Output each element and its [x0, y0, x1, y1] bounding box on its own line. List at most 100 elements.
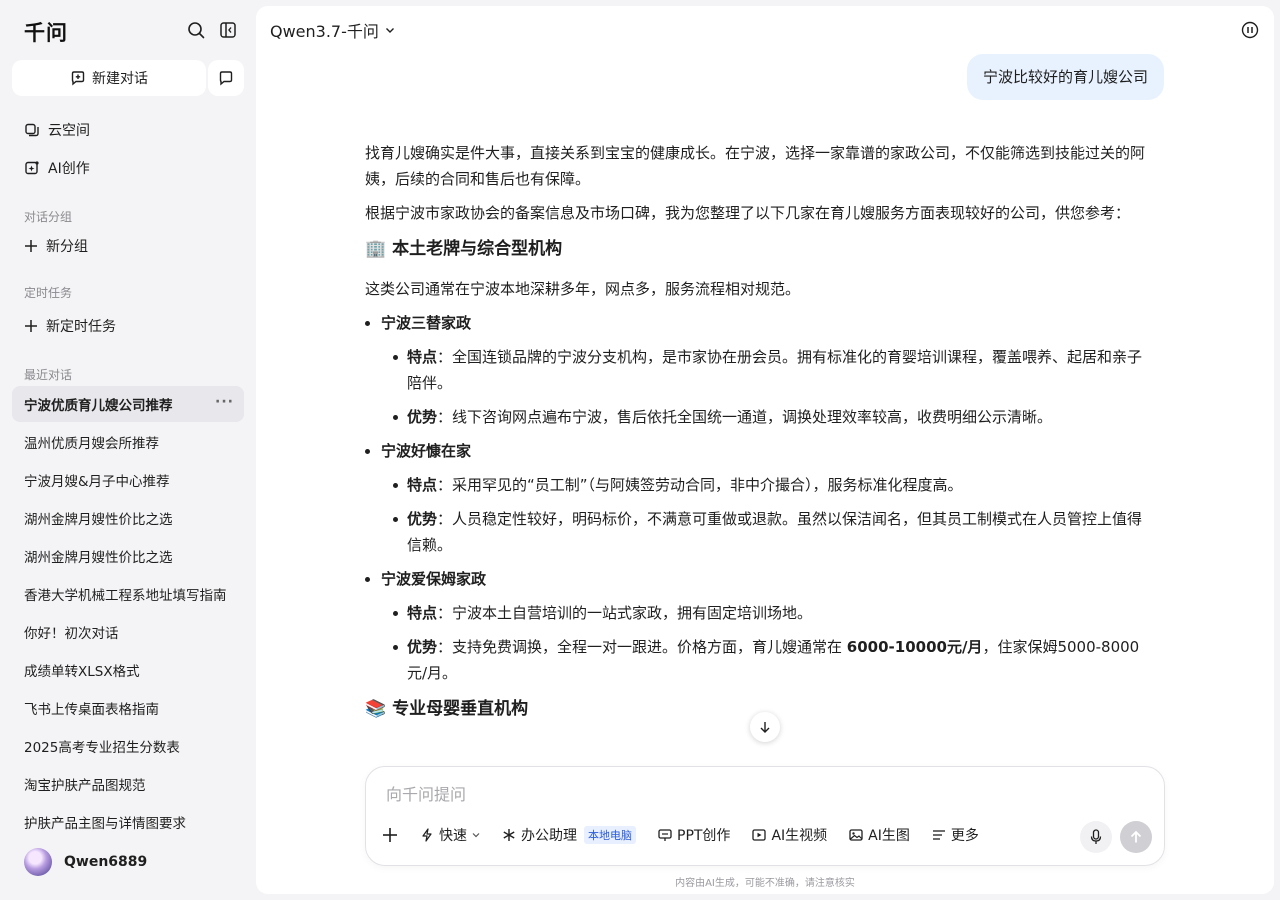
ppt-create-button[interactable]: PPT创作 — [658, 825, 730, 845]
avatar — [24, 848, 52, 876]
history-item[interactable]: 温州优质月嫂会所推荐 — [12, 424, 244, 460]
video-icon — [752, 828, 767, 842]
composer-toolbar: 快速 办公助理 本地电脑 PPT创作 AI生视频 AI生图 更多 — [382, 825, 979, 845]
ai-image-button[interactable]: AI生图 — [849, 825, 910, 845]
history-item[interactable]: 湖州金牌月嫂性价比之选 — [12, 538, 244, 574]
plus-icon — [24, 239, 38, 253]
ai-video-button[interactable]: AI生视频 — [752, 825, 827, 845]
history-item[interactable]: 香港大学机械工程系地址填写指南 — [12, 576, 244, 612]
composer: 快速 办公助理 本地电脑 PPT创作 — [365, 766, 1165, 866]
search-icon[interactable] — [186, 20, 206, 40]
sidebar: 千问 新建对话 云空间 AI创作 对话分组 新分组 定时任务 新定时任务 最近对… — [0, 0, 256, 900]
user-message: 宁波比较好的育儿嫂公司 — [966, 54, 1164, 100]
history-item-label: 飞书上传桌面表格指南 — [24, 702, 159, 718]
new-chat-button[interactable]: 新建对话 — [12, 60, 206, 96]
section-title: 本土老牌与综合型机构 — [392, 239, 563, 259]
history-item-label: 淘宝护肤产品图规范 — [24, 778, 146, 794]
plus-icon — [24, 319, 38, 333]
history-item[interactable]: 你好！初次对话 — [12, 614, 244, 650]
chat-main: Qwen3.7-千问 宁波比较好的育儿嫂公司 找育儿嫂确实是件大事，直接关系到宝… — [256, 6, 1274, 894]
company-detail: 特点：全国连锁品牌的宁波分支机构，是市家协在册会员。拥有标准化的育婴培训课程，覆… — [365, 344, 1145, 396]
history-item-label: 湖州金牌月嫂性价比之选 — [24, 512, 173, 528]
company-name: 宁波爱保姆家政 — [365, 566, 1165, 592]
history-item-label: 湖州金牌月嫂性价比之选 — [24, 550, 173, 566]
answer-intro: 根据宁波市家政协会的备案信息及市场口碑，我为您整理了以下几家在育儿嫂服务方面表现… — [365, 204, 1131, 222]
chevron-down-icon — [472, 831, 480, 839]
voice-call-icon[interactable] — [1240, 20, 1260, 40]
username: Qwen6889 — [64, 854, 148, 870]
ppt-create-label: PPT创作 — [677, 828, 731, 844]
cloud-space-icon — [24, 122, 40, 138]
history-item-label: 宁波优质育儿嫂公司推荐 — [24, 398, 173, 414]
history-item[interactable]: 淘宝护肤产品图规范 — [12, 766, 244, 802]
company-detail: 优势：支持免费调换，全程一对一跟进。价格方面，育儿嫂通常在 6000-10000… — [365, 634, 1145, 686]
company-detail: 特点：宁波本土自营培训的一站式家政，拥有固定培训场地。 — [365, 600, 1145, 626]
image-icon — [849, 828, 863, 842]
add-attachment-icon[interactable] — [382, 827, 398, 843]
history-item-label: 香港大学机械工程系地址填写指南 — [24, 588, 227, 604]
quick-mode-dropdown[interactable]: 快速 — [420, 825, 480, 845]
section-description: 这类公司通常在宁波本地深耕多年，网点多，服务流程相对规范。 — [365, 280, 801, 298]
model-selector[interactable]: Qwen3.7-千问 — [270, 18, 395, 42]
office-assistant-label: 办公助理 — [521, 828, 577, 844]
chat-list-icon[interactable] — [208, 60, 244, 96]
ai-video-label: AI生视频 — [771, 828, 828, 844]
more-options-icon[interactable]: ··· — [215, 394, 234, 410]
sidebar-item-label: AI创作 — [48, 161, 90, 177]
history-item-label: 成绩单转XLSX格式 — [24, 664, 140, 680]
section-title: 专业母婴垂直机构 — [392, 699, 529, 719]
company-list: 宁波三替家政 特点：全国连锁品牌的宁波分支机构，是市家协在册会员。拥有标准化的育… — [365, 310, 1165, 686]
recent-section-label: 最近对话 — [24, 368, 73, 382]
company-detail: 特点：采用罕见的“员工制”（与阿姨签劳动合同，非中介撮合），服务标准化程度高。 — [365, 472, 1145, 498]
new-scheduled-task-button[interactable]: 新定时任务 — [12, 308, 244, 344]
history-item[interactable]: 飞书上传桌面表格指南 — [12, 690, 244, 726]
office-assistant-button[interactable]: 办公助理 本地电脑 — [502, 825, 636, 845]
history-item-label: 温州优质月嫂会所推荐 — [24, 436, 159, 452]
collapse-sidebar-icon[interactable] — [218, 20, 238, 40]
ai-create-icon — [24, 160, 40, 176]
history-item-label: 宁波月嫂&月子中心推荐 — [24, 474, 170, 490]
presentation-icon — [658, 828, 672, 842]
history-item[interactable]: 宁波优质育儿嫂公司推荐 ··· — [12, 386, 244, 422]
history-item[interactable]: 宁波月嫂&月子中心推荐 — [12, 462, 244, 498]
history-item-label: 你好！初次对话 — [24, 626, 119, 642]
microphone-icon[interactable] — [1080, 821, 1112, 853]
new-group-button[interactable]: 新分组 — [12, 228, 244, 264]
history-item-label: 2025高考专业招生分数表 — [24, 740, 180, 756]
ai-image-label: AI生图 — [868, 828, 910, 844]
new-chat-label: 新建对话 — [92, 71, 148, 87]
company-detail: 优势：人员稳定性较好，明码标价，不满意可重做或退款。虽然以保洁闻名，但其员工制模… — [365, 506, 1145, 558]
group-section-label: 对话分组 — [24, 210, 73, 224]
history-item[interactable]: 成绩单转XLSX格式 — [12, 652, 244, 688]
user-profile[interactable]: Qwen6889 — [24, 848, 147, 876]
sidebar-item-ai-create[interactable]: AI创作 — [12, 150, 244, 186]
chevron-down-icon — [385, 25, 395, 35]
office-building-icon: 🏢 — [365, 239, 387, 259]
more-tools-button[interactable]: 更多 — [932, 825, 979, 845]
company-detail: 优势：线下咨询网点遍布宁波，售后依托全国统一通道，调换处理效率较高，收费明细公示… — [365, 404, 1145, 430]
prompt-input[interactable] — [386, 785, 1086, 804]
section-heading: 🏢 本土老牌与综合型机构 — [365, 236, 1165, 262]
ai-disclaimer: 内容由AI生成，可能不准确，请注意核实 — [675, 878, 855, 889]
send-arrow-icon[interactable] — [1120, 821, 1152, 853]
quick-mode-label: 快速 — [439, 828, 467, 844]
new-group-label: 新分组 — [46, 239, 88, 255]
more-tools-label: 更多 — [950, 828, 979, 844]
app-logo: 千问 — [24, 21, 68, 45]
history-item[interactable]: 湖州金牌月嫂性价比之选 — [12, 500, 244, 536]
sidebar-item-label: 云空间 — [48, 123, 90, 139]
history-item[interactable]: 护肤产品主图与详情图要求 — [12, 804, 244, 840]
scroll-down-icon[interactable] — [750, 712, 780, 742]
company-name: 宁波好慷在家 — [365, 438, 1165, 464]
new-scheduled-task-label: 新定时任务 — [46, 319, 116, 335]
company-name: 宁波三替家政 — [365, 310, 1165, 336]
answer-intro: 找育儿嫂确实是件大事，直接关系到宝宝的健康成长。在宁波，选择一家靠谱的家政公司，… — [365, 144, 1146, 188]
history-item[interactable]: 2025高考专业招生分数表 — [12, 728, 244, 764]
history-item-label: 护肤产品主图与详情图要求 — [24, 816, 186, 832]
menu-lines-icon — [932, 828, 946, 842]
lightning-icon — [420, 828, 434, 842]
books-icon: 📚 — [365, 699, 387, 719]
sidebar-item-cloud-space[interactable]: 云空间 — [12, 112, 244, 148]
assistant-answer: 找育儿嫂确实是件大事，直接关系到宝宝的健康成长。在宁波，选择一家靠谱的家政公司，… — [365, 140, 1165, 736]
scheduled-section-label: 定时任务 — [24, 286, 73, 300]
